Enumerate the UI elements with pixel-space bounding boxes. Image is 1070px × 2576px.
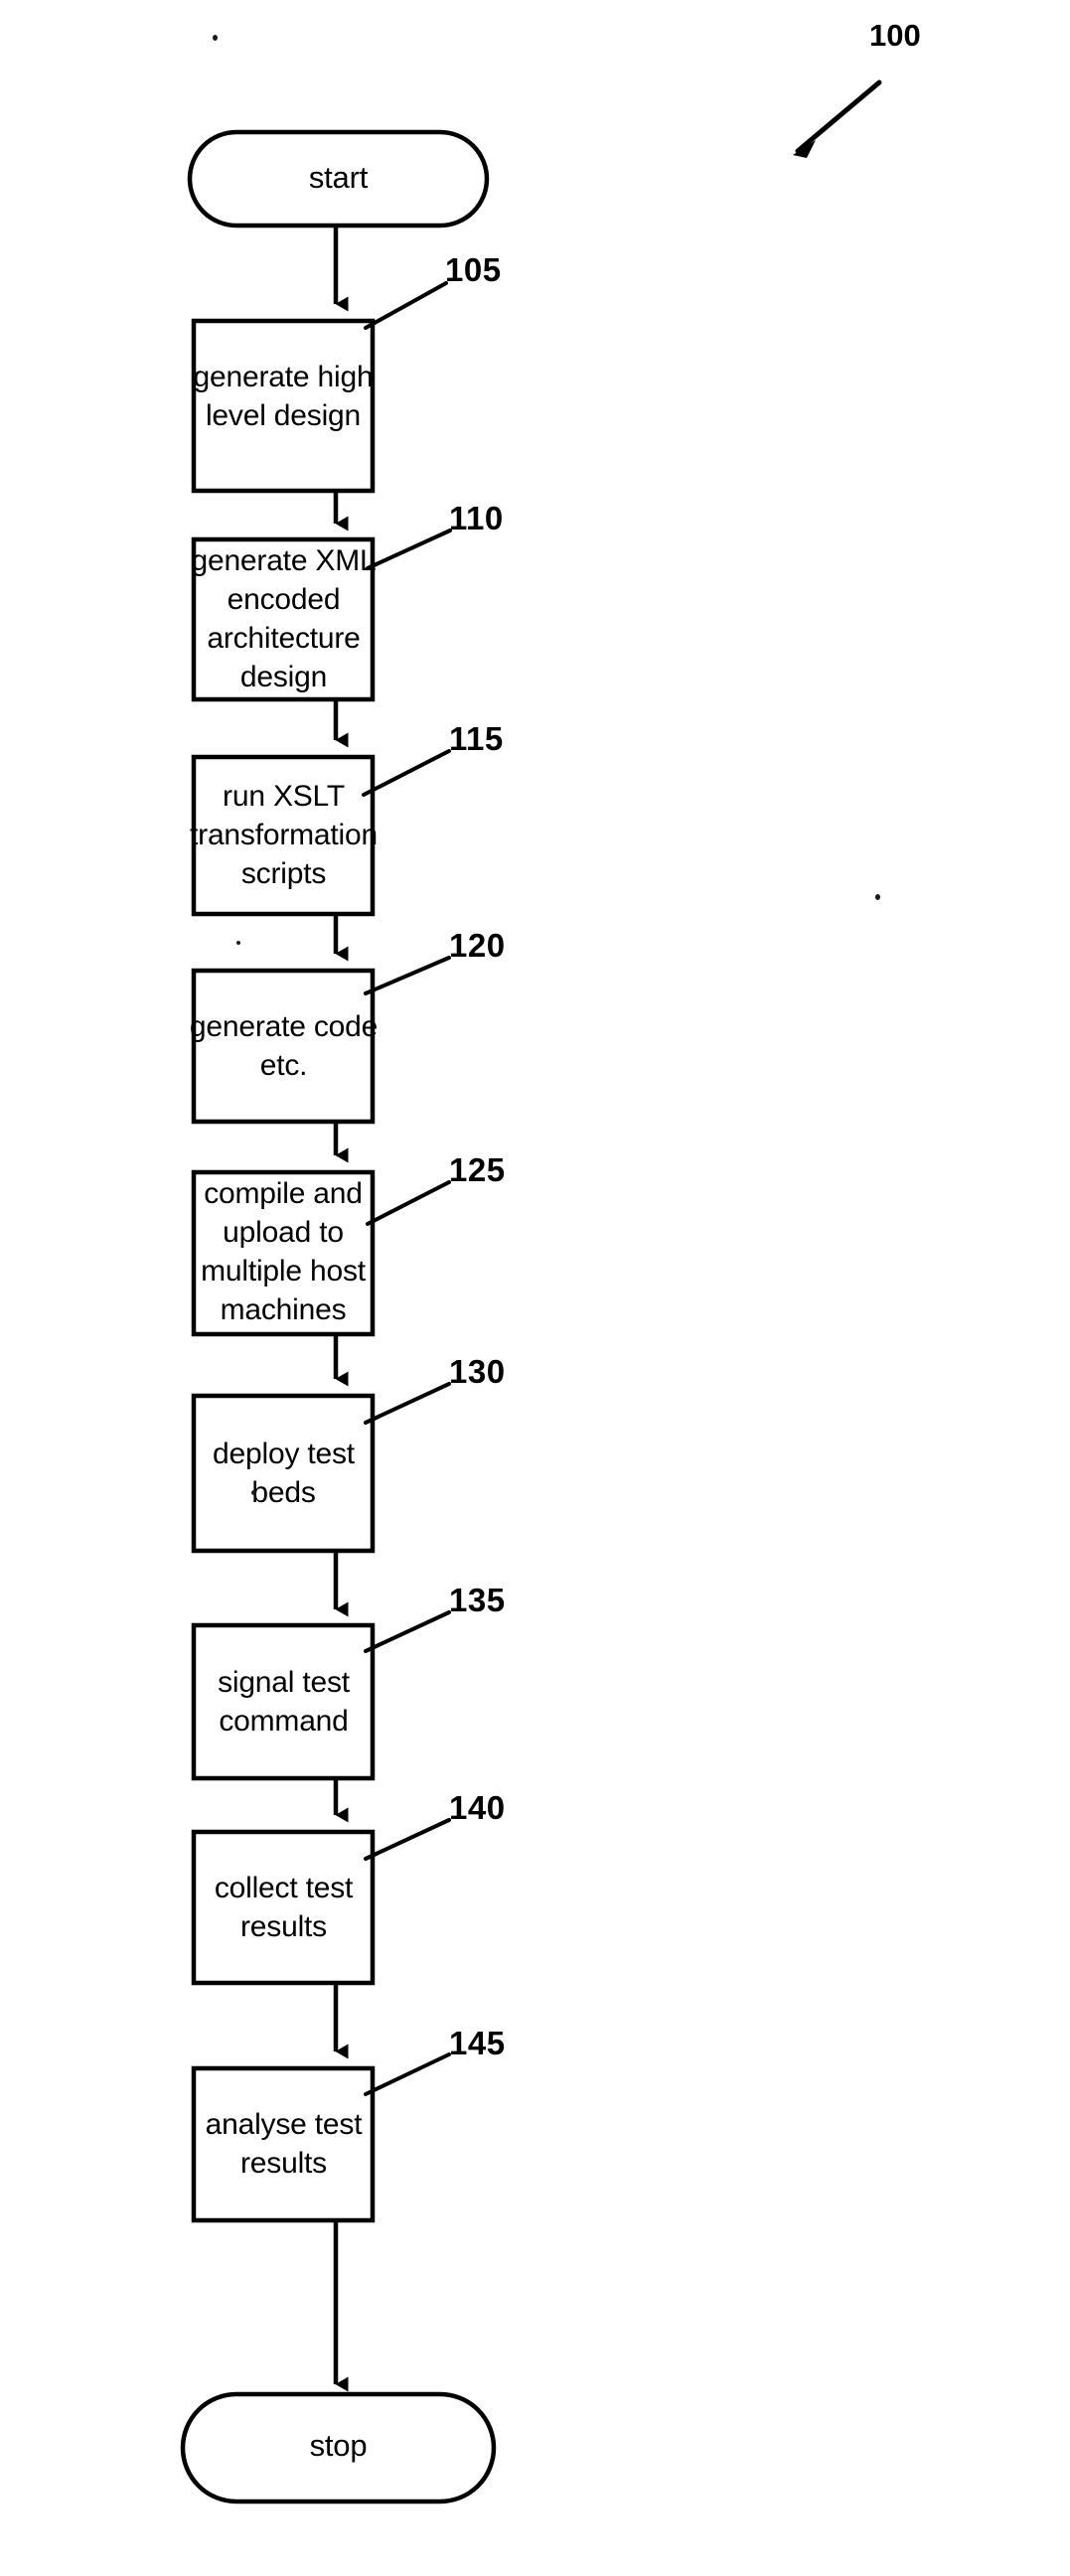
- node-140-shape: [191, 1829, 376, 1986]
- ref-numeral-145: 145: [449, 2025, 506, 2061]
- figure-reference-arrow: [793, 79, 882, 158]
- leader-line-135: [364, 1610, 451, 1653]
- scan-speck: [875, 894, 880, 900]
- ref-numeral-135: 135: [449, 1582, 506, 1618]
- scan-speck: [213, 35, 218, 41]
- leader-line-115: [362, 749, 451, 797]
- node-start-shape: [187, 129, 490, 228]
- patent-figure: 100 start generate high level design 105…: [0, 0, 1070, 2576]
- ref-numeral-110: 110: [449, 500, 504, 536]
- node-115-shape: [191, 754, 376, 917]
- leader-line-110: [366, 529, 452, 570]
- scan-speck: [251, 1490, 256, 1495]
- node-135-shape: [191, 1622, 376, 1781]
- ref-numeral-130: 130: [449, 1353, 506, 1390]
- leader-line-140: [364, 1818, 451, 1861]
- node-stop-shape: [180, 2391, 497, 2504]
- ref-numeral-115: 115: [449, 720, 504, 757]
- figure-number: 100: [869, 18, 921, 53]
- ref-numeral-125: 125: [449, 1151, 506, 1188]
- leader-line-105: [364, 281, 448, 330]
- flowchart-graphics: [180, 79, 882, 2504]
- node-130-shape: [191, 1393, 376, 1554]
- scan-speck: [236, 941, 240, 945]
- node-125-shape: [191, 1169, 376, 1337]
- node-145-shape: [191, 2065, 376, 2223]
- leader-line-125: [366, 1180, 451, 1226]
- leader-line-130: [364, 1382, 451, 1425]
- node-105-shape: [191, 318, 376, 494]
- leader-line-145: [364, 2052, 451, 2096]
- ref-numeral-140: 140: [449, 1789, 506, 1826]
- ref-numeral-105: 105: [445, 251, 502, 288]
- leader-line-120: [364, 956, 451, 995]
- node-120-shape: [191, 968, 376, 1125]
- ref-numeral-120: 120: [449, 927, 506, 964]
- node-110-shape: [191, 536, 376, 702]
